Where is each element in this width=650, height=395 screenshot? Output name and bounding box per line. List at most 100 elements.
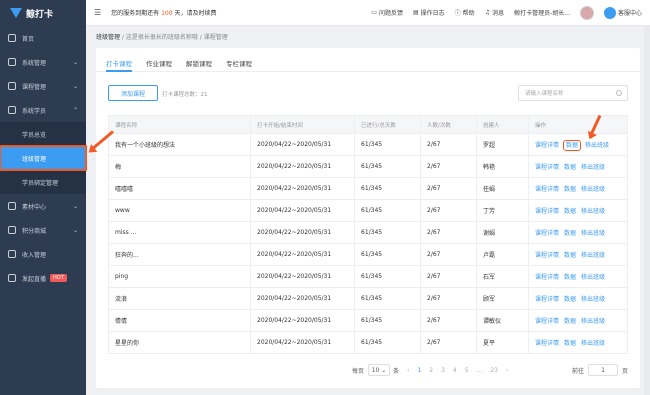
data-link[interactable]: 数据 xyxy=(564,274,576,281)
col-header-count: 人数/次数 xyxy=(420,115,477,134)
help-link[interactable]: ⓘ 帮助 xyxy=(455,8,475,17)
data-link[interactable]: 数据 xyxy=(564,186,576,193)
cell-time: 2020/04/22~2020/05/31 xyxy=(250,331,355,354)
table-row: 流浪 2020/04/22~2020/05/31 61/345 2/67 顾军 课程详情数… xyxy=(108,287,628,310)
remove-from-class-link[interactable]: 移出班级 xyxy=(581,318,605,325)
remove-from-class-link[interactable]: 移出班级 xyxy=(581,208,605,215)
logo-icon xyxy=(10,8,22,18)
course-detail-link[interactable]: 课程详情 xyxy=(535,318,559,325)
sidebar-item-student-overview[interactable]: 学员总览 xyxy=(0,122,86,146)
chevron-down-icon: ⌄ xyxy=(72,58,78,66)
page-size-select[interactable]: 10 ⌄ xyxy=(368,364,391,376)
data-link[interactable]: 数据 xyxy=(564,252,576,259)
sidebar-item-points-mall[interactable]: 积分商城 ⌄ xyxy=(0,218,86,242)
cell-creator: 顾军 xyxy=(476,287,529,310)
page-3[interactable]: 3 xyxy=(441,367,445,374)
breadcrumb-root[interactable]: 班级管理 xyxy=(96,34,120,41)
cell-name: 流浪 xyxy=(108,287,251,310)
breadcrumb-middle[interactable]: 这是很长很长的班级名称哦 xyxy=(126,34,198,41)
sidebar-item-live[interactable]: 发起直播 HOT xyxy=(0,266,86,290)
col-header-days: 已进行/总天数 xyxy=(354,115,421,134)
data-link[interactable]: 数据 xyxy=(563,140,582,151)
sidebar-item-course[interactable]: 课程管理 ⌄ xyxy=(0,74,86,98)
course-detail-link[interactable]: 课程详情 xyxy=(535,274,559,281)
tab-homework-course[interactable]: 作业课程 xyxy=(146,58,172,72)
page-4[interactable]: 4 xyxy=(453,367,457,374)
main-panel: 打卡课程 作业课程 解锁课程 专栏课程 添加课程 打卡课程总数：21 请输入课程… xyxy=(96,48,640,388)
goto-page-input[interactable]: 1 xyxy=(587,364,618,376)
remove-from-class-link[interactable]: 移出班级 xyxy=(581,274,605,281)
page-2[interactable]: 2 xyxy=(429,367,433,374)
remove-from-class-link[interactable]: 移出班级 xyxy=(581,230,605,237)
course-detail-link[interactable]: 课程详情 xyxy=(535,296,559,303)
user-menu[interactable]: 鲸打卡管理员-胡长... xyxy=(514,8,570,17)
remove-from-class-link[interactable]: 移出班级 xyxy=(581,164,605,171)
data-link[interactable]: 数据 xyxy=(564,230,576,237)
add-course-button[interactable]: 添加课程 xyxy=(108,85,158,101)
data-link[interactable]: 数据 xyxy=(564,318,576,325)
sidebar-item-class-management[interactable]: 班级管理 xyxy=(0,145,87,171)
cell-count: 2/67 xyxy=(420,177,477,200)
feedback-link[interactable]: ▭ 问题反馈 xyxy=(371,8,403,17)
cell-creator: 罗超 xyxy=(476,133,529,156)
tab-unlock-course[interactable]: 解锁课程 xyxy=(186,58,212,72)
tab-checkin-course[interactable]: 打卡课程 xyxy=(106,58,132,72)
sidebar-item-income[interactable]: 收入管理 xyxy=(0,242,86,266)
prev-page-button[interactable]: ‹ xyxy=(407,367,409,374)
remove-from-class-link[interactable]: 移出班级 xyxy=(581,296,605,303)
cell-ops: 课程详情 数据 移出班级 xyxy=(528,309,628,332)
page-last[interactable]: 23 xyxy=(490,367,498,374)
table-row: 梅 2020/04/22~2020/05/31 61/345 2/67 韩艳 课程详情 数据… xyxy=(108,155,628,178)
message-link[interactable]: ♫ 消息 xyxy=(485,8,504,17)
tab-column-course[interactable]: 专栏课程 xyxy=(226,58,252,72)
service-link[interactable]: 客服中心 xyxy=(603,6,642,19)
page-5[interactable]: 5 xyxy=(465,367,469,374)
course-detail-link[interactable]: 课程详情 xyxy=(535,164,559,171)
cell-name: 嘻嘻嘻 xyxy=(108,177,251,200)
data-link[interactable]: 数据 xyxy=(564,164,576,171)
cell-time: 2020/04/22~2020/05/31 xyxy=(250,287,355,310)
sidebar-item-students[interactable]: 系统学员 ⌃ xyxy=(0,98,86,122)
cell-time: 2020/04/22~2020/05/31 xyxy=(250,309,355,332)
cell-time: 2020/04/22~2020/05/31 xyxy=(250,155,355,178)
log-link[interactable]: ▤ 操作日志 xyxy=(413,8,445,17)
course-detail-link[interactable]: 课程详情 xyxy=(535,186,559,193)
sidebar-item-system[interactable]: 系统管理 ⌄ xyxy=(0,50,86,74)
course-detail-link[interactable]: 课程详情 xyxy=(535,340,559,347)
cell-count: 2/67 xyxy=(420,287,477,310)
table-row: miss ... 2020/04/22~2020/05/31 61/345 2/67 谢… xyxy=(108,221,628,244)
page-ellipsis[interactable]: ... xyxy=(477,367,483,374)
cell-time: 2020/04/22~2020/05/31 xyxy=(250,199,355,222)
cell-count: 2/67 xyxy=(420,309,477,332)
cell-creator: 卢磊 xyxy=(476,243,529,266)
data-link[interactable]: 数据 xyxy=(564,296,576,303)
remove-from-class-link[interactable]: 移出班级 xyxy=(581,340,605,347)
course-detail-link[interactable]: 课程详情 xyxy=(535,230,559,237)
scrollbar[interactable] xyxy=(644,26,650,395)
remove-from-class-link[interactable]: 移出班级 xyxy=(585,142,609,149)
cell-time: 2020/04/22~2020/05/31 xyxy=(250,221,355,244)
search-input[interactable]: 请输入课程名称 xyxy=(518,85,628,101)
next-page-button[interactable]: › xyxy=(506,367,508,374)
remove-from-class-link[interactable]: 移出班级 xyxy=(581,186,605,193)
data-link[interactable]: 数据 xyxy=(564,340,576,347)
course-detail-link[interactable]: 课程详情 xyxy=(535,208,559,215)
cell-name: miss ... xyxy=(108,221,251,244)
course-detail-link[interactable]: 课程详情 xyxy=(535,142,559,149)
sidebar-item-student-binding[interactable]: 学员绑定管理 xyxy=(0,170,86,194)
app-logo[interactable]: 鲸打卡 xyxy=(0,0,86,26)
chevron-up-icon: ⌃ xyxy=(72,106,78,114)
table-row: 我有一个小班级的想法 2020/04/22~2020/05/31 61/345 2/6… xyxy=(108,133,628,156)
course-detail-link[interactable]: 课程详情 xyxy=(535,252,559,259)
sidebar-item-materials[interactable]: 素材中心 ⌄ xyxy=(0,194,86,218)
page-1[interactable]: 1 xyxy=(417,367,421,374)
cell-name: 我有一个小班级的想法 xyxy=(108,133,251,156)
data-link[interactable]: 数据 xyxy=(564,208,576,215)
menu-toggle-icon[interactable]: ☰ xyxy=(94,8,101,17)
cell-name: 梅 xyxy=(108,155,251,178)
course-count: 打卡课程总数：21 xyxy=(162,92,208,98)
breadcrumb-current: 课程管理 xyxy=(203,34,228,41)
remove-from-class-link[interactable]: 移出班级 xyxy=(581,252,605,259)
avatar[interactable] xyxy=(579,5,594,20)
sidebar-item-home[interactable]: 首页 xyxy=(0,26,86,50)
